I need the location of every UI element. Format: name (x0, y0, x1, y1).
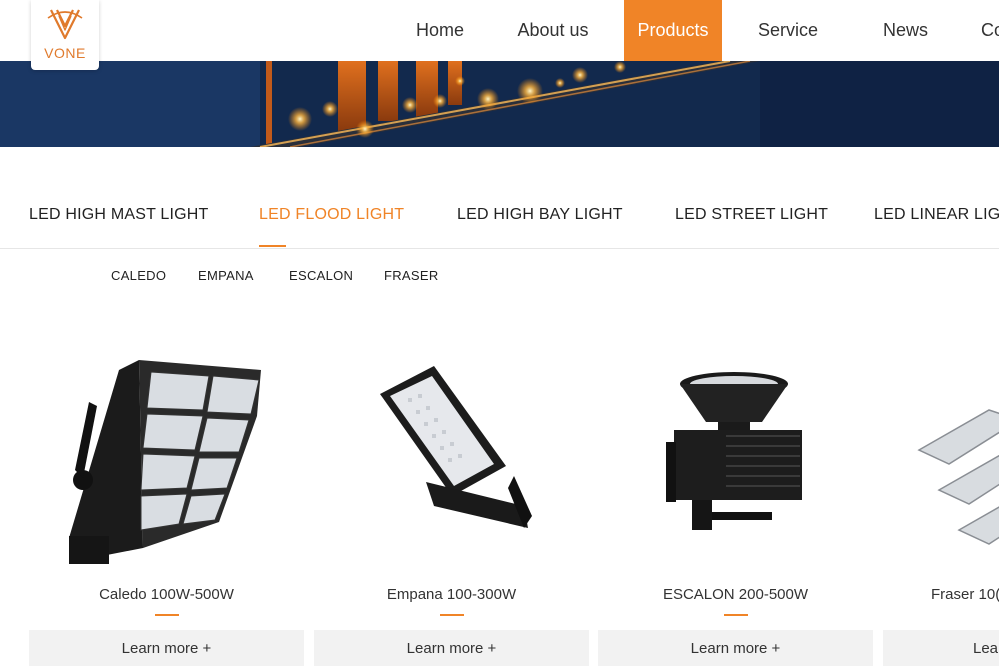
product-name[interactable]: Fraser 10( (883, 586, 999, 603)
fraser-floodlight-image (917, 409, 999, 545)
escalon-highbay-image (666, 372, 802, 530)
subtab-empana[interactable]: EMPANA (198, 268, 254, 283)
tab-led-street-light[interactable]: LED STREET LIGHT (675, 206, 828, 224)
logo-v-icon (47, 9, 83, 40)
learn-more-button[interactable]: Learn more + (29, 630, 304, 666)
empana-floodlight-image (380, 366, 532, 528)
vone-logo[interactable]: VONE (31, 0, 99, 70)
product-image[interactable] (314, 330, 589, 570)
product-card[interactable]: ESCALON 200-500W Learn more + (598, 330, 873, 666)
nav-contact[interactable]: Cont (957, 0, 999, 61)
nav-products[interactable]: Products (624, 0, 722, 61)
logo-text: VONE (44, 45, 86, 61)
nav-about-us[interactable]: About us (482, 0, 624, 61)
category-tabs: LED HIGH MAST LIGHT LED FLOOD LIGHT LED … (0, 193, 999, 249)
site-header: VONE Home About us Products Service News… (0, 0, 999, 70)
product-image[interactable] (598, 330, 873, 570)
tab-led-flood-light[interactable]: LED FLOOD LIGHT (259, 206, 404, 224)
product-name[interactable]: ESCALON 200-500W (598, 586, 873, 603)
caledo-floodlight-image (69, 360, 261, 564)
product-accent-bar (724, 614, 748, 616)
product-image[interactable] (29, 330, 304, 570)
subtab-escalon[interactable]: ESCALON (289, 268, 353, 283)
bridge-night-image (0, 61, 999, 147)
product-name[interactable]: Empana 100-300W (314, 586, 589, 603)
product-image[interactable] (883, 330, 999, 570)
product-accent-bar (155, 614, 179, 616)
main-nav: Home About us Products Service News Cont (398, 0, 999, 61)
nav-service[interactable]: Service (722, 0, 854, 61)
subtab-caledo[interactable]: CALEDO (111, 268, 166, 283)
tab-led-high-mast-light[interactable]: LED HIGH MAST LIGHT (29, 206, 209, 224)
product-accent-bar (440, 614, 464, 616)
subtab-fraser[interactable]: FRASER (384, 268, 439, 283)
product-card[interactable]: Caledo 100W-500W Learn more + (29, 330, 304, 666)
product-card[interactable]: Empana 100-300W Learn more + (314, 330, 589, 666)
product-card[interactable]: Fraser 10( Lea (883, 330, 999, 666)
product-name[interactable]: Caledo 100W-500W (29, 586, 304, 603)
active-tab-underline (259, 245, 286, 247)
learn-more-button[interactable]: Learn more + (598, 630, 873, 666)
nav-home[interactable]: Home (398, 0, 482, 61)
tab-led-linear-light[interactable]: LED LINEAR LIGH (874, 206, 999, 224)
learn-more-button[interactable]: Learn more + (314, 630, 589, 666)
nav-news[interactable]: News (854, 0, 957, 61)
hero-banner (0, 61, 999, 147)
learn-more-button[interactable]: Lea (883, 630, 999, 666)
tab-led-high-bay-light[interactable]: LED HIGH BAY LIGHT (457, 206, 623, 224)
